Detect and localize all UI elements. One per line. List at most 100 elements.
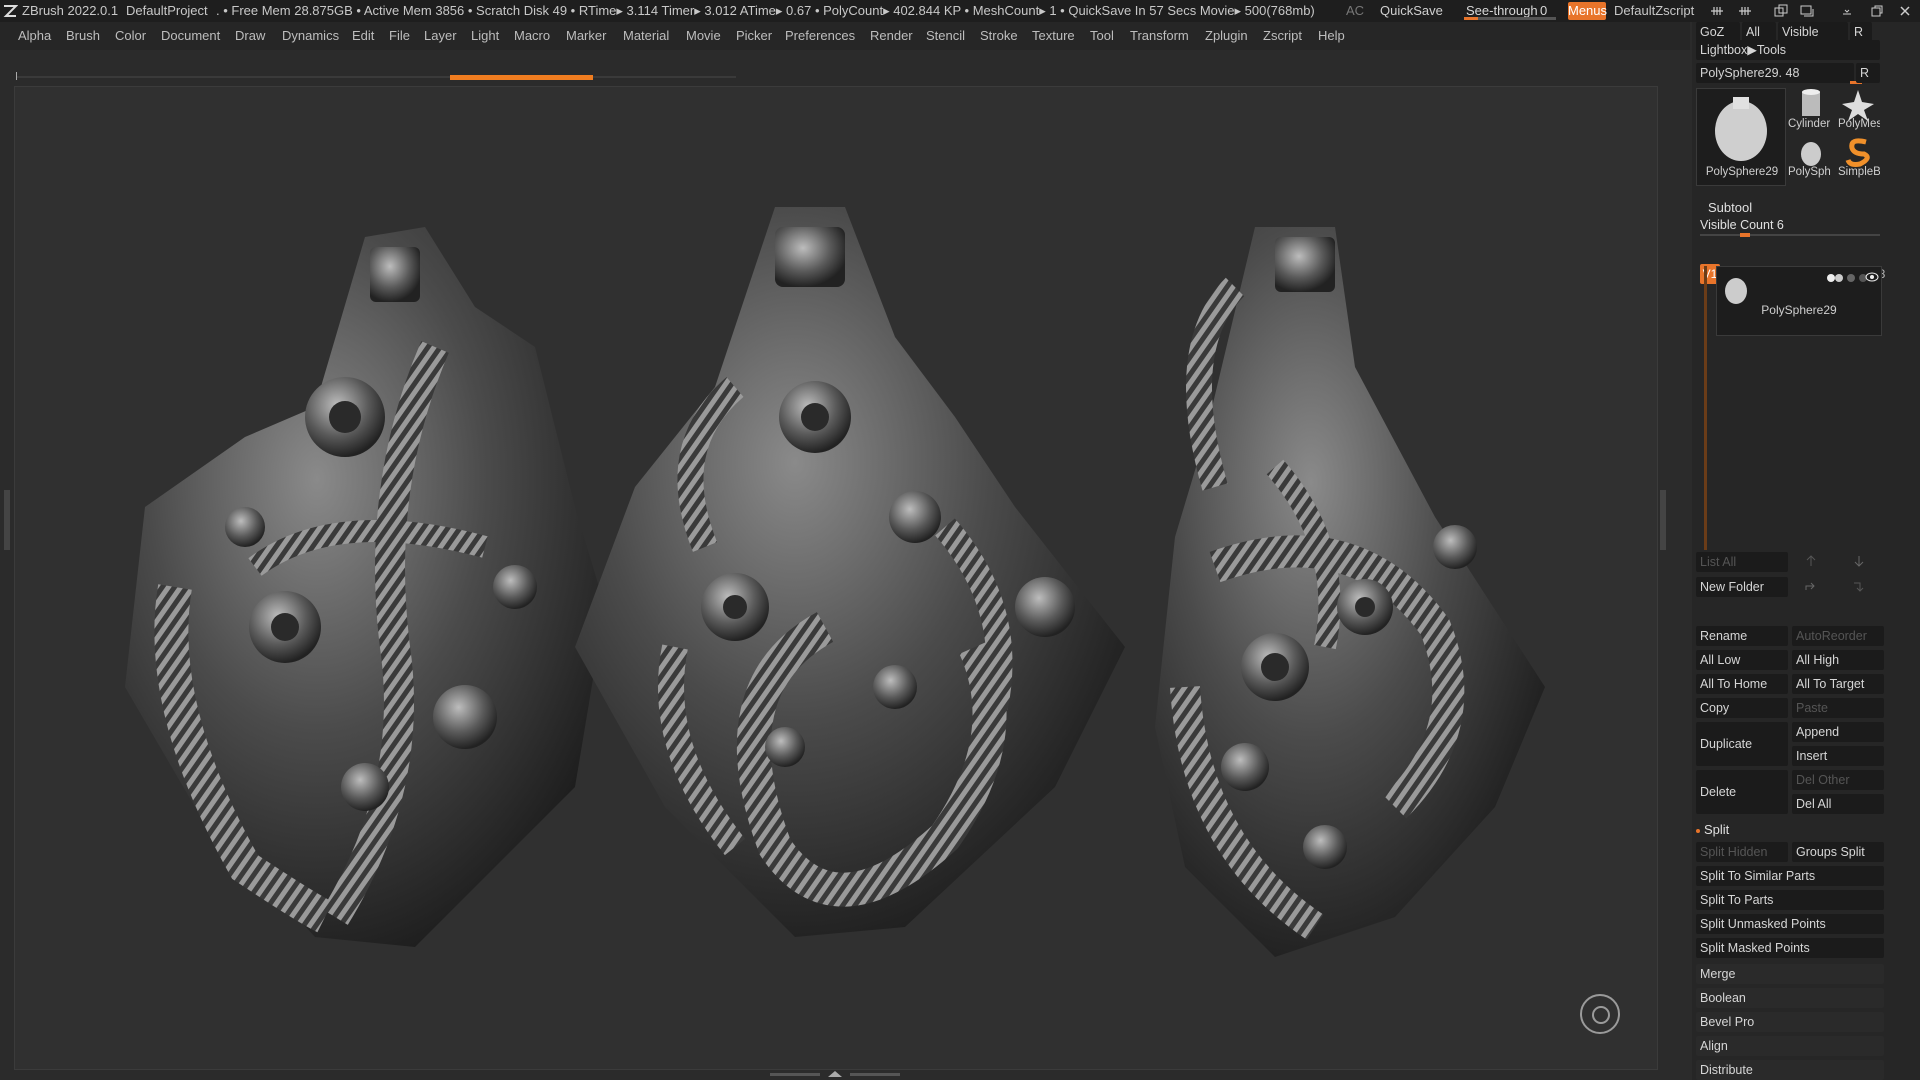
tool-thumb-label: PolySph [1788,166,1831,178]
menu-stroke[interactable]: Stroke [980,22,1018,50]
window-switch-icon[interactable] [1774,4,1788,18]
menu-marker[interactable]: Marker [566,22,606,50]
menu-light[interactable]: Light [471,22,499,50]
autoreorder-button[interactable]: AutoReorder [1792,626,1884,646]
menu-file[interactable]: File [389,22,410,50]
menu-brush[interactable]: Brush [66,22,100,50]
menu-stencil[interactable]: Stencil [926,22,965,50]
distribute-section[interactable]: Distribute [1696,1060,1884,1080]
shelf-strip [16,76,736,78]
menu-render[interactable]: Render [870,22,913,50]
del-other-button[interactable]: Del Other [1792,770,1884,790]
goz-r-button[interactable]: R [1850,22,1872,42]
split-title[interactable]: Split [1704,822,1729,837]
subtool-item[interactable]: PolySphere29 [1716,266,1882,336]
paste-button[interactable]: Paste [1792,698,1884,718]
status-line: . • Free Mem 28.875GB • Active Mem 3856 … [216,3,1315,18]
menu-preferences[interactable]: Preferences [785,22,855,50]
split-hidden-button[interactable]: Split Hidden [1696,842,1788,862]
default-zscript-button[interactable]: DefaultZscript [1614,0,1694,22]
subtool-list-scrollbar[interactable] [1704,266,1707,550]
lightbox-tools-button[interactable]: Lightbox▶Tools [1696,40,1880,60]
menu-material[interactable]: Material [623,22,669,50]
see-through-slider[interactable]: See-through 0 [1464,0,1556,22]
all-low-button[interactable]: All Low [1696,650,1788,670]
all-to-home-button[interactable]: All To Home [1696,674,1788,694]
bevel-pro-section[interactable]: Bevel Pro [1696,1012,1884,1032]
move-down-icon[interactable] [1852,554,1866,568]
down-arrow-icon[interactable] [1852,579,1866,593]
right-tray-handle[interactable] [1660,490,1666,550]
groups-split-button[interactable]: Groups Split [1792,842,1884,862]
menu-draw[interactable]: Draw [235,22,265,50]
minimize-icon[interactable] [1840,4,1854,18]
canvas-viewport[interactable] [14,86,1658,1070]
quicksave-button[interactable]: QuickSave [1380,0,1443,22]
menu-movie[interactable]: Movie [686,22,721,50]
duplicate-button[interactable]: Duplicate [1696,722,1788,766]
visible-count-label[interactable]: Visible Count 6 [1700,218,1784,232]
merge-section[interactable]: Merge [1696,964,1884,984]
menu-alpha[interactable]: Alpha [18,22,51,50]
split-to-parts-button[interactable]: Split To Parts [1696,890,1884,910]
menu-layer[interactable]: Layer [424,22,457,50]
split-similar-parts-button[interactable]: Split To Similar Parts [1696,866,1884,886]
menu-color[interactable]: Color [115,22,146,50]
menu-transform[interactable]: Transform [1130,22,1189,50]
rename-button[interactable]: Rename [1696,626,1788,646]
subtool-title[interactable]: Subtool [1708,200,1752,215]
visible-count-track [1700,234,1880,236]
menu-zplugin[interactable]: Zplugin [1205,22,1248,50]
split-unmasked-button[interactable]: Split Unmasked Points [1696,914,1884,934]
boolean-section[interactable]: Boolean [1696,988,1884,1008]
goz-button[interactable]: GoZ [1696,22,1740,42]
menu-dynamics[interactable]: Dynamics [282,22,339,50]
close-icon[interactable] [1898,4,1912,18]
current-tool-slider[interactable]: PolySphere29. 48 [1696,63,1854,83]
menu-zscript[interactable]: Zscript [1263,22,1302,50]
split-masked-button[interactable]: Split Masked Points [1696,938,1884,958]
menus-button[interactable]: Menus [1568,2,1607,20]
active-shelf-tab[interactable] [450,75,593,80]
new-folder-button[interactable]: New Folder [1696,577,1788,597]
goz-all-button[interactable]: All [1742,22,1776,42]
del-all-button[interactable]: Del All [1792,794,1884,814]
delete-button[interactable]: Delete [1696,770,1788,814]
project-name[interactable]: DefaultProject [126,0,208,22]
restore-icon[interactable] [1870,4,1884,18]
subtool-item-name: PolySphere29 [1761,303,1837,317]
ac-button[interactable]: AC [1346,0,1364,22]
navigation-gizmo-icon[interactable] [1580,994,1620,1034]
goz-visible-button[interactable]: Visible [1778,22,1848,42]
bottom-tray-handle-icon[interactable] [770,1070,900,1078]
tool-thumb-label: Cylinder [1788,118,1831,130]
list-all-button[interactable]: List All [1696,552,1788,572]
menu-macro[interactable]: Macro [514,22,550,50]
menu-texture[interactable]: Texture [1032,22,1075,50]
menu-help[interactable]: Help [1318,22,1345,50]
eye-icon[interactable] [1865,271,1879,283]
menu-tool[interactable]: Tool [1090,22,1114,50]
current-tool-name: PolySphere29. [1700,66,1783,80]
all-to-target-button[interactable]: All To Target [1792,674,1884,694]
tool-r-button[interactable]: R [1856,63,1880,83]
menu-document[interactable]: Document [161,22,220,50]
insert-button[interactable]: Insert [1792,746,1884,766]
split-expanded-indicator [1696,829,1700,833]
move-up-icon[interactable] [1804,554,1818,568]
align-section[interactable]: Align [1696,1036,1884,1056]
window-arrange-icon[interactable] [1800,4,1814,18]
menu-edit[interactable]: Edit [352,22,374,50]
menu-bar: Alpha Brush Color Document Draw Dynamics… [0,22,1690,50]
redo-arrow-icon[interactable] [1804,579,1818,593]
append-button[interactable]: Append [1792,722,1884,742]
copy-button[interactable]: Copy [1696,698,1788,718]
left-tray-handle[interactable] [4,490,10,550]
app-title: ZBrush 2022.0.1 [22,3,119,18]
layout-left-icon[interactable] [1710,4,1724,18]
all-high-button[interactable]: All High [1792,650,1884,670]
mechanical-heart-models [125,207,1545,957]
menu-picker[interactable]: Picker [736,22,772,50]
star-mesh-icon [1842,90,1874,121]
layout-right-icon[interactable] [1738,4,1752,18]
